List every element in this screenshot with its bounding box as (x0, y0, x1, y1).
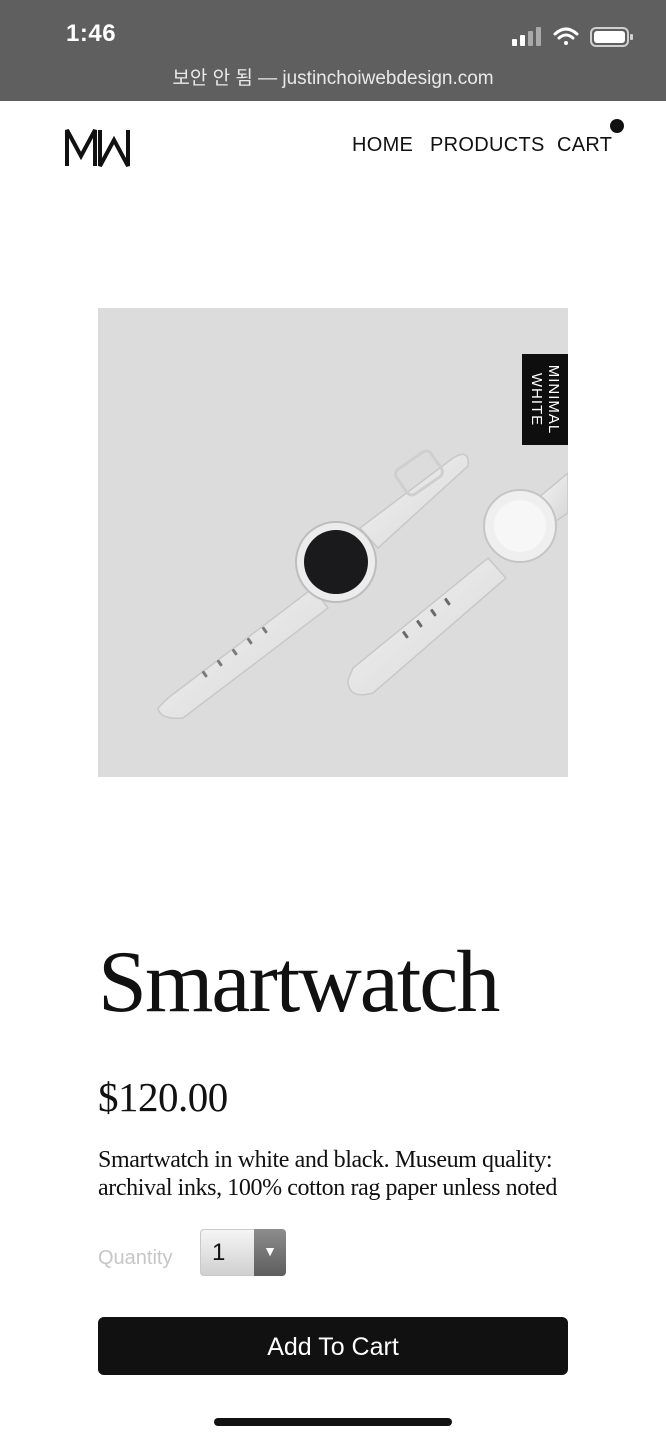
product-image: MINIMAL WHITE (98, 308, 568, 777)
mw-logo-icon[interactable] (64, 126, 132, 168)
quantity-value: 1 (212, 1239, 226, 1266)
nav-products-link[interactable]: PRODUCTS (430, 134, 545, 160)
product-title: Smartwatch (98, 934, 500, 1031)
tag-line-white: WHITE (528, 372, 545, 427)
home-indicator[interactable] (214, 1418, 452, 1426)
cellular-signal-icon (512, 27, 541, 46)
product-description: Smartwatch in white and black. Museum qu… (98, 1147, 557, 1201)
nav-home-link[interactable]: HOME (352, 134, 413, 160)
browser-top-bar: 1:46 보안 안 됨 — justinchoiwebdesign.com (0, 0, 666, 101)
quantity-label: Quantity (98, 1247, 173, 1269)
address-bar[interactable]: 보안 안 됨 — justinchoiwebdesign.com (0, 63, 666, 90)
tag-line-minimal: MINIMAL (545, 364, 562, 435)
add-to-cart-button[interactable]: Add To Cart (98, 1317, 568, 1375)
chevron-down-icon[interactable]: ▼ (254, 1229, 286, 1276)
black-face-watch (157, 449, 469, 720)
status-icons (512, 27, 633, 47)
product-price: $120.00 (98, 1074, 228, 1120)
status-time: 1:46 (66, 20, 117, 47)
watches-illustration (157, 449, 568, 720)
white-face-watch (347, 472, 568, 696)
wifi-icon (553, 27, 579, 45)
cart-indicator-dot (610, 119, 624, 133)
nav-cart-link[interactable]: CART (557, 134, 612, 160)
battery-icon (590, 27, 633, 47)
quantity-select[interactable]: 1 ▼ (200, 1229, 286, 1276)
minimal-white-tag: MINIMAL WHITE (522, 354, 568, 445)
